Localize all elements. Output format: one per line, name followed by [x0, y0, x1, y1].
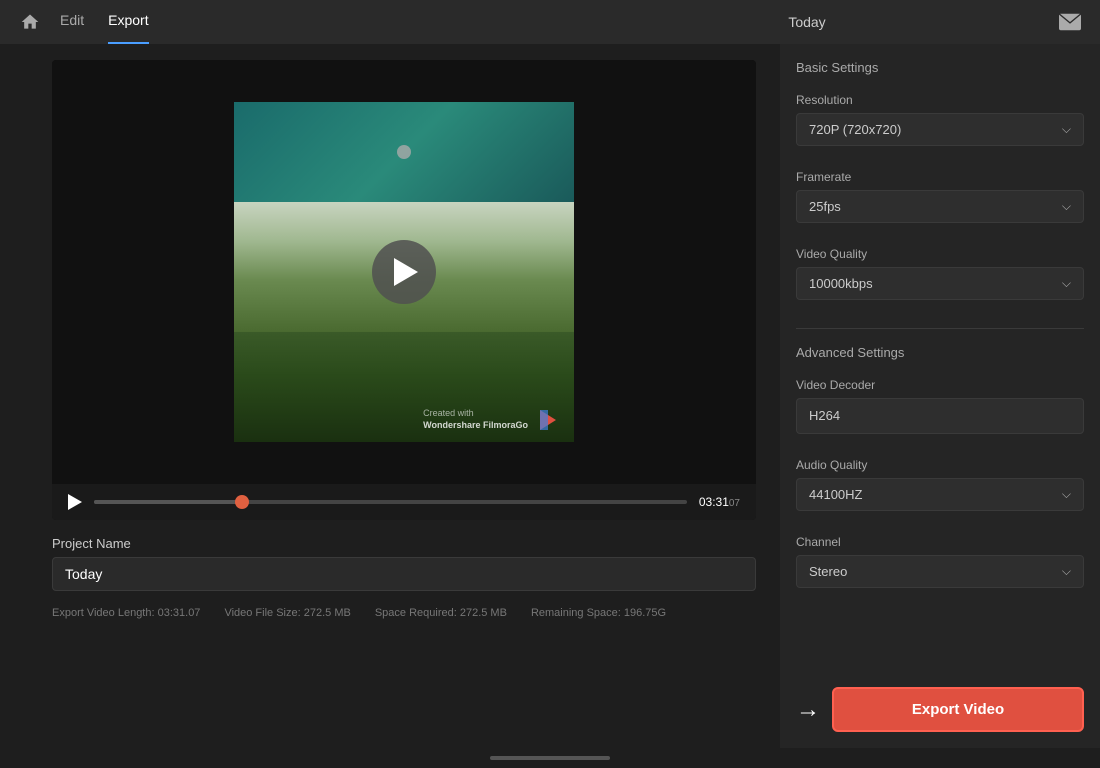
- time-main: 03:31: [699, 495, 729, 509]
- resolution-dropdown[interactable]: 720P (720x720) ⌵: [796, 113, 1084, 146]
- progress-fill: [94, 500, 242, 504]
- framerate-dropdown[interactable]: 25fps ⌵: [796, 190, 1084, 223]
- right-panel: Basic Settings Resolution 720P (720x720)…: [780, 44, 1100, 748]
- channel-chevron-icon: ⌵: [1062, 564, 1071, 579]
- scroll-indicator: [490, 756, 610, 760]
- audio-quality-label: Audio Quality: [796, 458, 1084, 472]
- video-quality-chevron-icon: ⌵: [1062, 276, 1071, 291]
- resolution-field: Resolution 720P (720x720) ⌵: [796, 93, 1084, 158]
- audio-quality-chevron-icon: ⌵: [1062, 487, 1071, 502]
- video-quality-value: 10000kbps: [809, 276, 873, 291]
- resolution-chevron-icon: ⌵: [1062, 122, 1071, 137]
- play-triangle-icon: [394, 258, 418, 286]
- video-decoder-label: Video Decoder: [796, 378, 1084, 392]
- export-video-button[interactable]: Export Video: [832, 687, 1084, 732]
- framerate-value: 25fps: [809, 199, 841, 214]
- main-content: Created with Wondershare FilmoraGo: [0, 44, 1100, 748]
- nav-export[interactable]: Export: [108, 12, 148, 32]
- top-nav: Edit Export Today: [0, 0, 1100, 44]
- video-sky: [234, 102, 574, 202]
- advanced-settings-title: Advanced Settings: [796, 345, 1084, 360]
- export-space-label: Space Required: 272.5 MB: [375, 607, 507, 619]
- resolution-label: Resolution: [796, 93, 1084, 107]
- watermark-text: Created with Wondershare FilmoraGo: [423, 408, 528, 431]
- filmora-logo: [534, 406, 562, 434]
- time-display: 03:3107: [699, 495, 740, 509]
- video-decoder-display: H264: [796, 398, 1084, 434]
- video-decoder-value: H264: [809, 408, 840, 423]
- export-filesize-label: Video File Size: 272.5 MB: [224, 607, 350, 619]
- export-info: Export Video Length: 03:31.07 Video File…: [52, 607, 756, 619]
- mail-icon: [1059, 13, 1081, 31]
- nav-edit[interactable]: Edit: [60, 12, 84, 32]
- video-quality-label: Video Quality: [796, 247, 1084, 261]
- channel-dropdown[interactable]: Stereo ⌵: [796, 555, 1084, 588]
- export-btn-row: → Export Video: [796, 675, 1084, 732]
- export-length-label: Export Video Length: 03:31.07: [52, 607, 200, 619]
- project-name-input[interactable]: [52, 557, 756, 591]
- play-button[interactable]: [68, 494, 82, 510]
- framerate-field: Framerate 25fps ⌵: [796, 170, 1084, 235]
- video-quality-dropdown[interactable]: 10000kbps ⌵: [796, 267, 1084, 300]
- left-panel: Created with Wondershare FilmoraGo: [0, 44, 780, 748]
- nav-title: Today: [558, 14, 1056, 30]
- video-frame: Created with Wondershare FilmoraGo: [52, 60, 756, 484]
- progress-bar[interactable]: [94, 500, 687, 504]
- channel-label: Channel: [796, 535, 1084, 549]
- time-sub: 07: [729, 498, 740, 509]
- channel-value: Stereo: [809, 564, 847, 579]
- video-decoder-field: Video Decoder H264: [796, 378, 1084, 446]
- watermark: Created with Wondershare FilmoraGo: [423, 406, 562, 434]
- basic-settings-title: Basic Settings: [796, 60, 1084, 75]
- project-label: Project Name: [52, 536, 756, 551]
- audio-quality-value: 44100HZ: [809, 487, 862, 502]
- nav-items: Edit Export: [60, 12, 558, 32]
- video-player: Created with Wondershare FilmoraGo: [52, 60, 756, 520]
- video-dot: [397, 145, 411, 159]
- arrow-right-icon: →: [796, 696, 820, 724]
- bottom-bar: [0, 748, 1100, 768]
- home-icon: [20, 12, 40, 32]
- channel-field: Channel Stereo ⌵: [796, 535, 1084, 600]
- resolution-value: 720P (720x720): [809, 122, 901, 137]
- play-small-icon: [68, 494, 82, 510]
- progress-thumb[interactable]: [235, 495, 249, 509]
- settings-divider: [796, 328, 1084, 329]
- mail-button[interactable]: [1056, 8, 1084, 36]
- export-remaining-label: Remaining Space: 196.75G: [531, 607, 666, 619]
- audio-quality-dropdown[interactable]: 44100HZ ⌵: [796, 478, 1084, 511]
- audio-quality-field: Audio Quality 44100HZ ⌵: [796, 458, 1084, 523]
- play-overlay-button[interactable]: [372, 240, 436, 304]
- framerate-label: Framerate: [796, 170, 1084, 184]
- project-section: Project Name: [52, 536, 756, 591]
- framerate-chevron-icon: ⌵: [1062, 199, 1071, 214]
- video-controls: 03:3107: [52, 484, 756, 520]
- video-quality-field: Video Quality 10000kbps ⌵: [796, 247, 1084, 312]
- home-button[interactable]: [16, 8, 44, 36]
- video-foreground: Created with Wondershare FilmoraGo: [234, 332, 574, 442]
